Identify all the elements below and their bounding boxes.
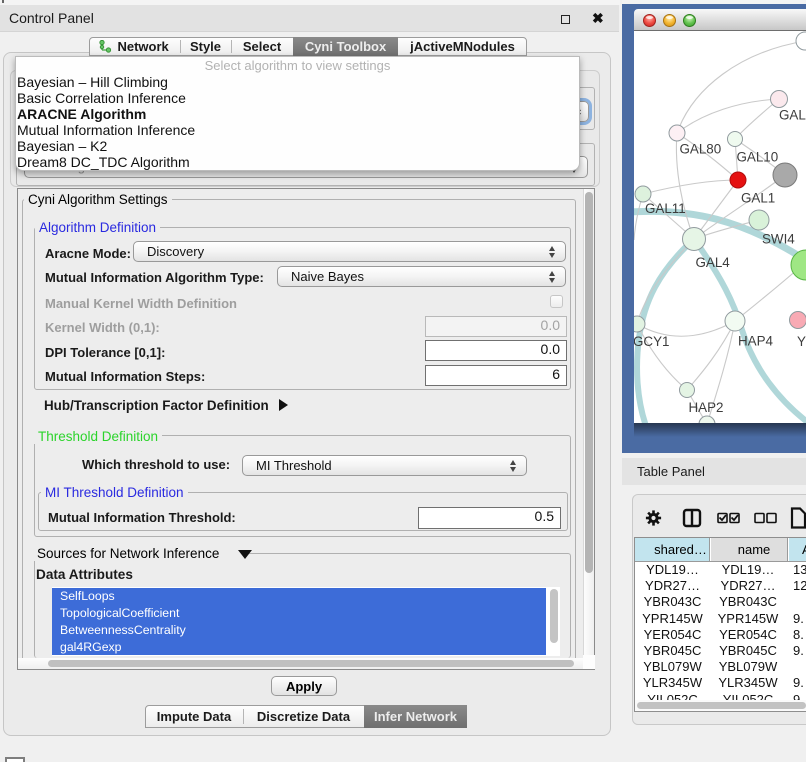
svg-text:HAP2: HAP2 [689, 400, 724, 415]
svg-text:Y: Y [797, 334, 806, 349]
svg-text:GAL1: GAL1 [741, 191, 775, 206]
svg-text:GAL7: GAL7 [779, 108, 806, 123]
svg-text:GAL10: GAL10 [737, 150, 779, 165]
svg-text:SWI4: SWI4 [762, 232, 795, 247]
svg-text:GAL80: GAL80 [680, 142, 722, 157]
svg-text:GAL4: GAL4 [696, 255, 731, 270]
svg-text:GAL11: GAL11 [645, 201, 686, 216]
svg-text:HAP4: HAP4 [738, 334, 774, 349]
svg-text:GCY1: GCY1 [634, 334, 669, 349]
